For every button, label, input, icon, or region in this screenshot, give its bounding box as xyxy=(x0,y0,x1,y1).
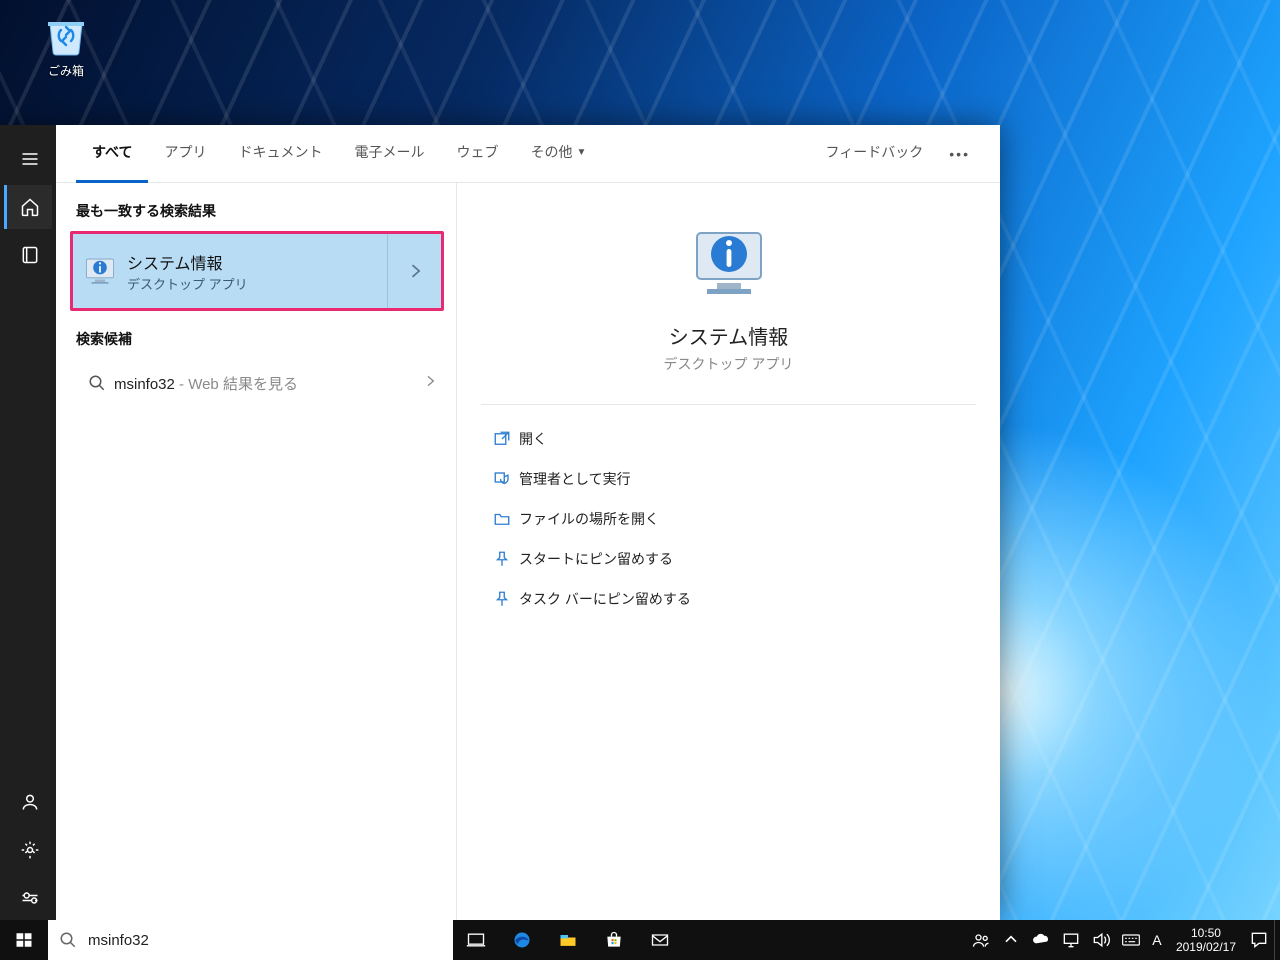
recycle-bin[interactable]: ごみ箱 xyxy=(28,10,104,79)
search-icon xyxy=(48,931,88,949)
clock-time: 10:50 xyxy=(1176,926,1236,940)
tab-email[interactable]: 電子メール xyxy=(338,125,440,183)
taskbar-app-edge[interactable] xyxy=(499,920,545,960)
tab-documents[interactable]: ドキュメント xyxy=(222,125,338,183)
rail-home-button[interactable] xyxy=(4,185,52,229)
tab-web[interactable]: ウェブ xyxy=(440,125,514,183)
feedback-link[interactable]: フィードバック xyxy=(810,125,940,183)
divider xyxy=(481,404,976,405)
rail-account-button[interactable] xyxy=(4,780,52,824)
open-icon xyxy=(485,430,519,448)
pin-icon xyxy=(485,550,519,568)
best-match-subtitle: デスクトップ アプリ xyxy=(127,274,387,293)
system-info-icon xyxy=(73,254,127,288)
chevron-down-icon: ▼ xyxy=(576,147,586,158)
best-match-header: 最も一致する検索結果 xyxy=(70,197,456,231)
tray-network-icon[interactable] xyxy=(1056,920,1086,960)
action-center-button[interactable] xyxy=(1244,920,1274,960)
shield-icon xyxy=(485,470,519,488)
rail-settings-button[interactable] xyxy=(4,828,52,872)
show-desktop-button[interactable] xyxy=(1274,920,1280,960)
taskbar-app-explorer[interactable] xyxy=(545,920,591,960)
preview-subtitle: デスクトップ アプリ xyxy=(481,354,976,374)
search-tabs: すべて アプリ ドキュメント 電子メール ウェブ その他 ▼ フィードバック •… xyxy=(56,125,1000,183)
rail-expand-button[interactable] xyxy=(4,137,52,181)
web-suggestion[interactable]: msinfo32 - Web 結果を見る xyxy=(70,359,444,407)
task-view-button[interactable] xyxy=(453,920,499,960)
tray-ime-icon[interactable] xyxy=(1116,920,1146,960)
taskbar-app-mail[interactable] xyxy=(637,920,683,960)
suggestions-header: 検索候補 xyxy=(70,325,456,359)
people-button[interactable] xyxy=(966,920,996,960)
tray-overflow[interactable] xyxy=(996,920,1026,960)
taskbar-clock[interactable]: 10:50 2019/02/17 xyxy=(1168,926,1244,954)
tab-more-label: その他 xyxy=(530,142,572,162)
tray-ime-mode[interactable]: A xyxy=(1146,920,1168,960)
chevron-right-icon xyxy=(422,373,438,394)
best-match-open-preview[interactable] xyxy=(387,234,441,308)
folder-icon xyxy=(485,510,519,528)
search-panel: すべて アプリ ドキュメント 電子メール ウェブ その他 ▼ フィードバック •… xyxy=(56,125,1000,920)
start-button[interactable] xyxy=(0,920,48,960)
taskbar-app-store[interactable] xyxy=(591,920,637,960)
results-column: 最も一致する検索結果 システム情報 xyxy=(56,183,456,920)
rail-recent-button[interactable] xyxy=(4,233,52,277)
recycle-bin-icon xyxy=(42,10,90,58)
best-match-result[interactable]: システム情報 デスクトップ アプリ xyxy=(70,231,444,311)
search-rail xyxy=(0,125,56,920)
best-match-title: システム情報 xyxy=(127,250,387,274)
preview-pane: システム情報 デスクトップ アプリ 開く 管理者として実行 xyxy=(456,183,1000,920)
preview-title: システム情報 xyxy=(481,321,976,350)
action-pin-start[interactable]: スタートにピン留めする xyxy=(481,539,976,579)
tab-more[interactable]: その他 ▼ xyxy=(514,125,602,183)
start-search-flyout: すべて アプリ ドキュメント 電子メール ウェブ その他 ▼ フィードバック •… xyxy=(0,125,1000,920)
options-button[interactable]: ••• xyxy=(939,146,980,162)
taskbar-search-input[interactable] xyxy=(88,921,453,959)
taskbar: A 10:50 2019/02/17 xyxy=(0,920,1280,960)
search-icon xyxy=(80,374,114,392)
action-run-admin[interactable]: 管理者として実行 xyxy=(481,459,976,499)
system-info-icon xyxy=(685,223,773,303)
web-suggestion-text: msinfo32 - Web 結果を見る xyxy=(114,373,422,394)
action-open[interactable]: 開く xyxy=(481,419,976,459)
tray-volume-icon[interactable] xyxy=(1086,920,1116,960)
windows-logo-icon xyxy=(15,931,33,949)
tab-apps[interactable]: アプリ xyxy=(148,125,222,183)
recycle-bin-label: ごみ箱 xyxy=(48,64,84,78)
pin-icon xyxy=(485,590,519,608)
tray-onedrive-icon[interactable] xyxy=(1026,920,1056,960)
action-open-location[interactable]: ファイルの場所を開く xyxy=(481,499,976,539)
clock-date: 2019/02/17 xyxy=(1176,940,1236,954)
tab-all[interactable]: すべて xyxy=(76,125,148,183)
system-tray: A 10:50 2019/02/17 xyxy=(966,920,1280,960)
action-pin-taskbar[interactable]: タスク バーにピン留めする xyxy=(481,579,976,619)
rail-filters-button[interactable] xyxy=(4,876,52,920)
taskbar-search[interactable] xyxy=(48,920,453,960)
